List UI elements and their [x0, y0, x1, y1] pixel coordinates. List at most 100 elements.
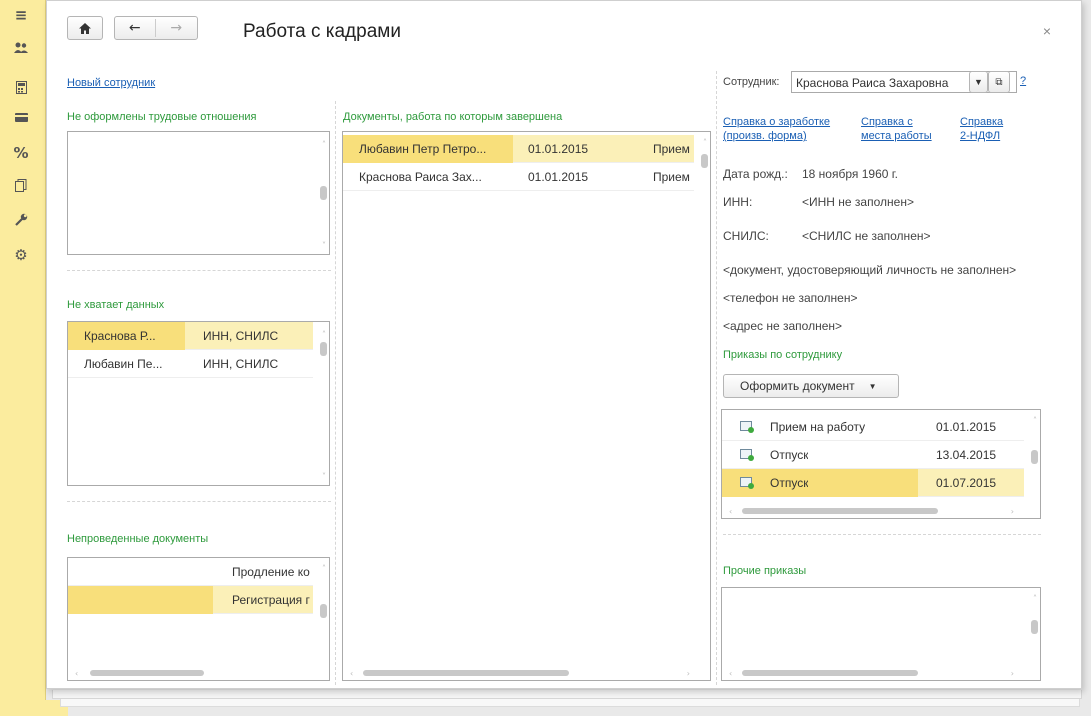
work-certificate-link[interactable]: Справка с места работы — [861, 115, 932, 143]
percent-icon[interactable]: % — [8, 140, 34, 166]
vertical-scrollbar[interactable] — [1031, 450, 1038, 464]
employee-name-cell: Краснова Р... — [68, 322, 185, 350]
scroll-down-arrow[interactable]: ˅ — [322, 472, 326, 481]
completed-docs-table[interactable]: Любавин Петр Петро... 01.01.2015 Прием К… — [342, 131, 711, 681]
employee-name-cell: Любавин Петр Петро... — [343, 135, 513, 163]
vertical-scrollbar[interactable] — [320, 342, 327, 356]
chevron-down-icon: ▼ — [868, 381, 877, 391]
vertical-scrollbar[interactable] — [320, 604, 327, 618]
scroll-right-arrow[interactable]: › — [1011, 507, 1014, 516]
address-value[interactable]: <адрес не заполнен> — [723, 319, 842, 333]
horizontal-scrollbar[interactable] — [742, 508, 938, 514]
id-document-value[interactable]: <документ, удостоверяющий личность не за… — [723, 263, 1016, 277]
table-row[interactable]: Прием на работу 01.01.2015 — [722, 413, 1024, 441]
divider — [723, 534, 1041, 535]
unposted-docs-table[interactable]: Продление ко Регистрация г ˄ ‹ — [67, 557, 330, 681]
doc-type-cell: Прием — [653, 170, 690, 184]
forward-arrow-icon[interactable]: → — [156, 20, 198, 36]
inn-label: ИНН: — [723, 195, 753, 209]
employee-label: Сотрудник: — [723, 76, 780, 88]
help-link[interactable]: ? — [1020, 75, 1026, 87]
scroll-up-arrow[interactable]: ˄ — [703, 138, 707, 147]
table-row[interactable]: Любавин Петр Петро... 01.01.2015 Прием — [343, 135, 694, 163]
phone-value[interactable]: <телефон не заполнен> — [723, 291, 857, 305]
missing-data-table[interactable]: Краснова Р... ИНН, СНИЛС Любавин Пе... И… — [67, 321, 330, 486]
no-contract-table[interactable]: ˄ ˅ — [67, 131, 330, 255]
calculator-icon[interactable] — [8, 74, 34, 100]
gear-icon[interactable]: ⚙ — [8, 242, 34, 268]
scroll-up-arrow[interactable]: ˄ — [322, 330, 326, 339]
order-name-cell: Прием на работу — [770, 420, 866, 434]
scroll-up-arrow[interactable]: ˄ — [322, 140, 326, 149]
scroll-left-arrow[interactable]: ‹ — [729, 669, 732, 678]
table-row[interactable]: Краснова Р... ИНН, СНИЛС — [68, 322, 313, 350]
scroll-down-arrow[interactable]: ˅ — [322, 241, 326, 250]
table-row[interactable]: Краснова Раиса Зах... 01.01.2015 Прием — [343, 163, 694, 191]
selected-cell — [68, 586, 213, 614]
divider — [67, 270, 331, 271]
card-icon[interactable] — [8, 104, 34, 130]
history-nav: ← → — [114, 16, 198, 40]
open-employee-button[interactable]: ⧉ — [988, 71, 1010, 93]
snils-label: СНИЛС: — [723, 229, 769, 243]
scroll-up-arrow[interactable]: ˄ — [322, 564, 326, 573]
scroll-left-arrow[interactable]: ‹ — [75, 669, 78, 678]
new-employee-link[interactable]: Новый сотрудник — [67, 77, 155, 89]
missing-fields-cell: ИНН, СНИЛС — [203, 357, 279, 371]
scroll-left-arrow[interactable]: ‹ — [729, 507, 732, 516]
vertical-scrollbar[interactable] — [320, 186, 327, 200]
missing-data-title: Не хватает данных — [67, 299, 165, 311]
ndfl-certificate-link[interactable]: Справка 2-НДФЛ — [960, 115, 1003, 143]
salary-certificate-link[interactable]: Справка о заработке (произв. форма) — [723, 115, 830, 143]
table-row[interactable]: Отпуск 13.04.2015 — [722, 441, 1024, 469]
window-shadow — [52, 690, 1082, 699]
create-document-label: Оформить документ — [740, 379, 855, 393]
order-date-cell: 01.01.2015 — [936, 420, 997, 434]
wrench-icon[interactable] — [8, 206, 34, 232]
document-cell: Продление ко — [232, 565, 310, 579]
date-cell: 01.01.2015 — [528, 170, 589, 184]
chevron-down-icon: ▼ — [974, 77, 983, 87]
document-posted-icon — [740, 449, 754, 461]
unposted-docs-title: Непроведенные документы — [67, 533, 209, 545]
divider — [67, 501, 331, 502]
column-divider — [716, 71, 717, 685]
table-row[interactable]: Регистрация г — [68, 586, 313, 614]
employee-name-cell: Любавин Пе... — [84, 357, 163, 371]
scroll-right-arrow[interactable]: › — [1011, 669, 1014, 678]
menu-icon[interactable]: ≡ — [8, 2, 34, 28]
vertical-scrollbar[interactable] — [1031, 620, 1038, 634]
page-title: Работа с кадрами — [243, 21, 401, 42]
create-document-button[interactable]: Оформить документ ▼ — [723, 374, 899, 398]
missing-fields-cell: ИНН, СНИЛС — [203, 329, 279, 343]
horizontal-scrollbar[interactable] — [742, 670, 918, 676]
table-row[interactable]: Любавин Пе... ИНН, СНИЛС — [68, 350, 313, 378]
table-row[interactable]: Продление ко — [68, 558, 313, 586]
scroll-up-arrow[interactable]: ˄ — [1033, 594, 1037, 603]
document-posted-icon — [740, 421, 754, 433]
users-icon[interactable] — [8, 35, 34, 61]
employee-dropdown-button[interactable]: ▼ — [969, 71, 988, 93]
order-date-cell: 01.07.2015 — [936, 476, 997, 490]
scroll-left-arrow[interactable]: ‹ — [350, 669, 353, 678]
employee-orders-title: Приказы по сотруднику — [723, 349, 843, 361]
back-arrow-icon[interactable]: ← — [115, 20, 155, 36]
horizontal-scrollbar[interactable] — [90, 670, 204, 676]
scroll-up-arrow[interactable]: ˄ — [1033, 416, 1037, 425]
completed-docs-title: Документы, работа по которым завершена — [343, 111, 563, 123]
horizontal-scrollbar[interactable] — [363, 670, 569, 676]
employee-orders-table[interactable]: Прием на работу 01.01.2015 Отпуск 13.04.… — [721, 409, 1041, 519]
documents-icon[interactable] — [8, 172, 34, 198]
table-row[interactable]: Отпуск 01.07.2015 — [722, 469, 1024, 497]
document-cell: Регистрация г — [232, 593, 310, 607]
other-orders-title: Прочие приказы — [723, 565, 807, 577]
close-icon[interactable]: × — [1043, 23, 1051, 39]
order-name-cell: Отпуск — [770, 476, 809, 490]
home-button[interactable] — [67, 16, 103, 40]
document-posted-icon — [740, 477, 754, 489]
other-orders-table[interactable]: ˄ ‹ › — [721, 587, 1041, 681]
inn-value: <ИНН не заполнен> — [802, 195, 914, 209]
birth-date-label: Дата рожд.: — [723, 167, 788, 181]
scroll-right-arrow[interactable]: › — [687, 669, 690, 678]
vertical-scrollbar[interactable] — [701, 154, 708, 168]
